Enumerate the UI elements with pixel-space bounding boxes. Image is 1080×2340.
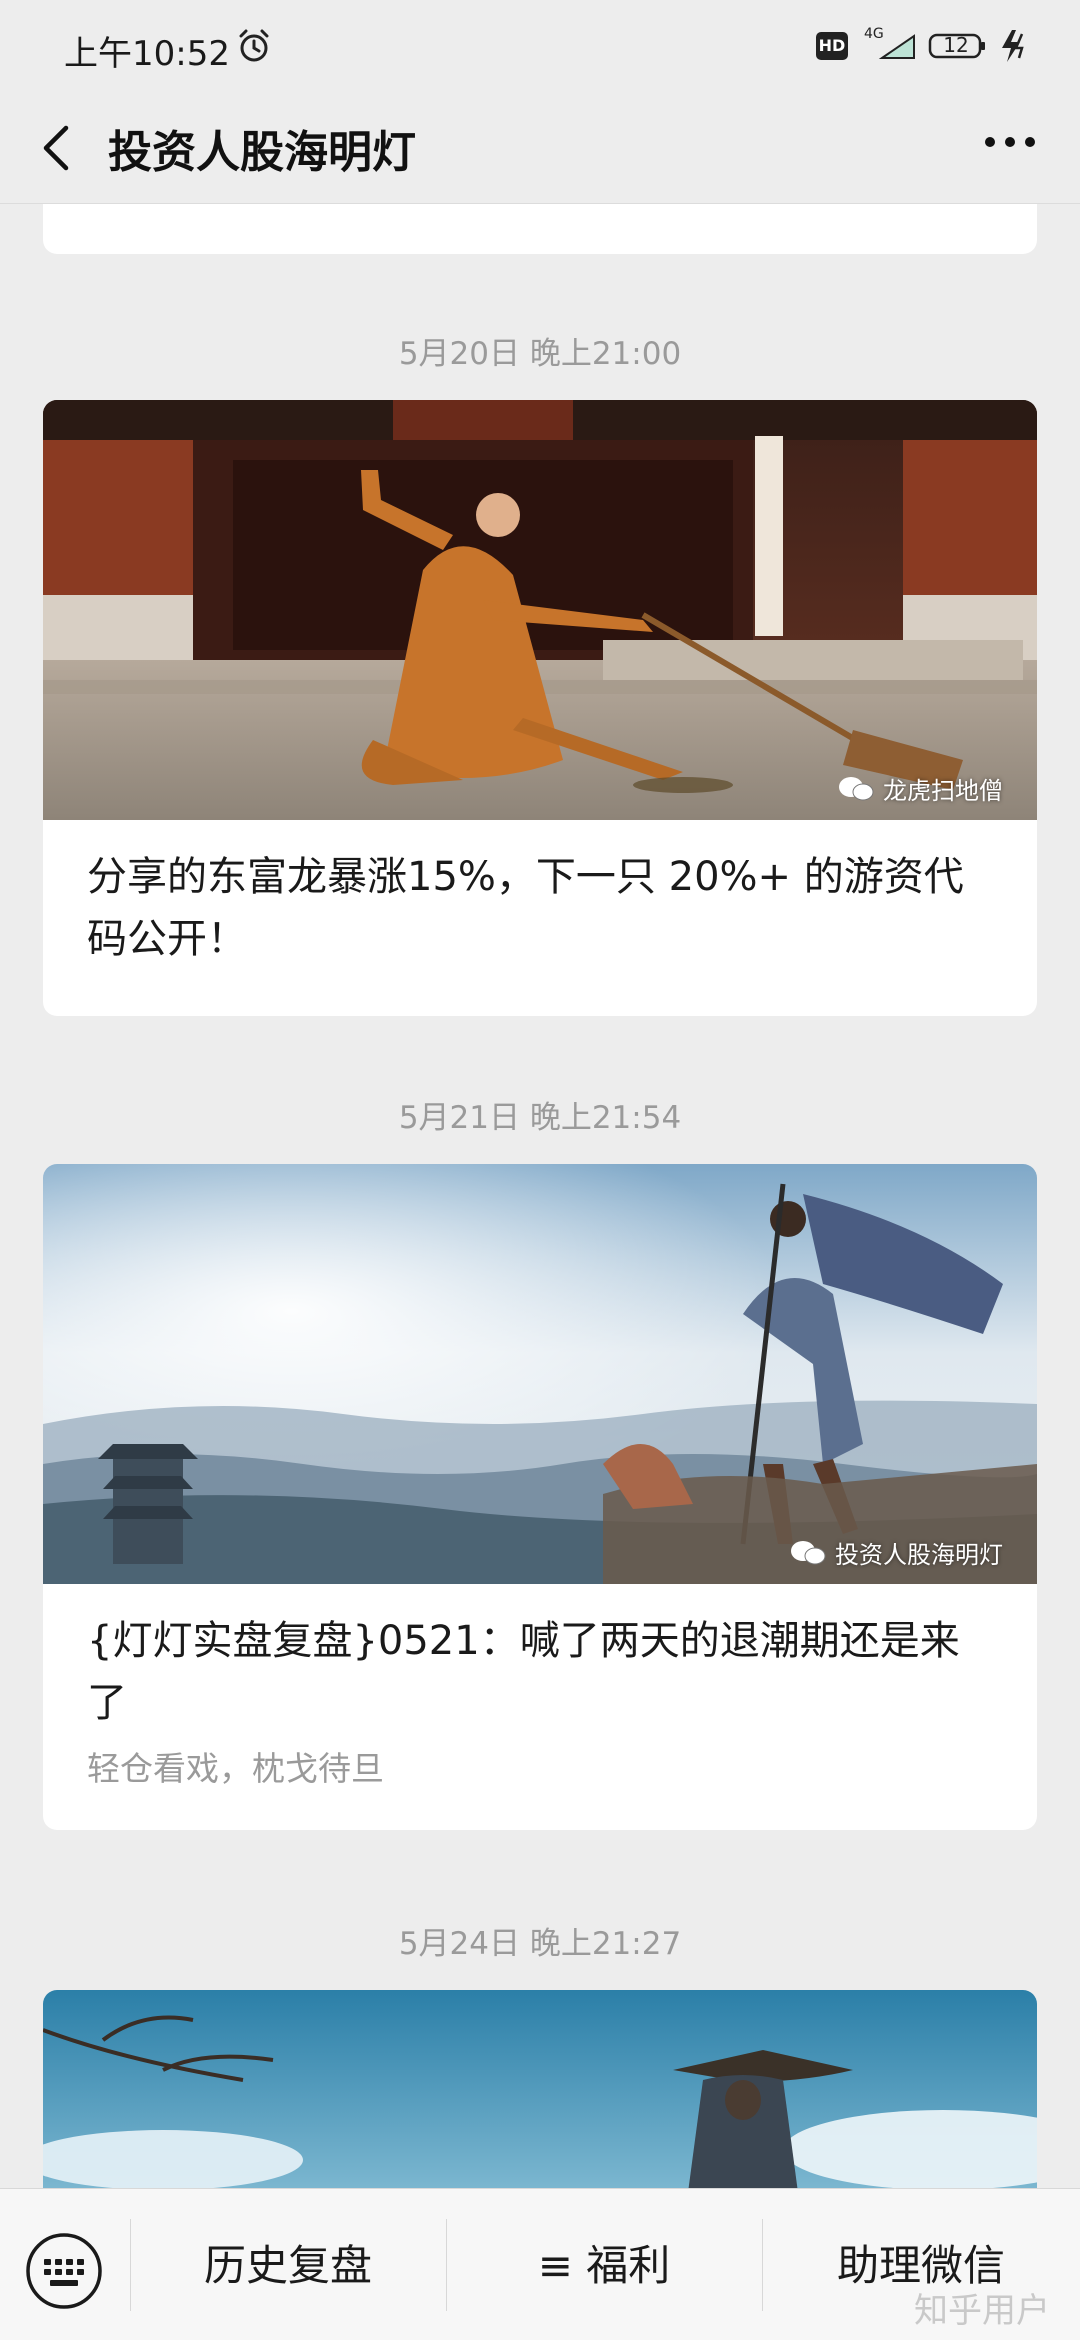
keyboard-icon[interactable]: [22, 2229, 106, 2313]
bottom-menu-bar: 历史复盘 ≡ 福利 助理微信 知乎用户: [0, 2188, 1080, 2340]
signal-icon: [878, 34, 915, 59]
back-arrow-icon[interactable]: [36, 120, 76, 176]
article-cover-image: [43, 1990, 1037, 2188]
nav-bar: 投资人股海明灯: [0, 92, 1080, 204]
image-watermark: 投资人股海明灯: [789, 1535, 1003, 1570]
article-cover-image: 龙虎扫地僧: [43, 400, 1037, 820]
date-label: 5月21日 晚上21:54: [398, 1100, 682, 1136]
article-title: {灯灯实盘复盘}0521：喊了两天的退潮期还是来了: [87, 1618, 960, 1726]
article-card[interactable]: [43, 1990, 1037, 2188]
article-summary: 轻仓看戏，枕戈待旦: [87, 1749, 384, 1788]
menu-history-review[interactable]: 历史复盘: [130, 2231, 446, 2301]
zhihu-watermark: 知乎用户: [914, 2291, 1050, 2331]
status-bar: 上午10:52 HD 4G 12: [0, 0, 1080, 92]
wechat-icon: [839, 776, 874, 800]
more-options-icon[interactable]: [984, 132, 1036, 152]
article-card[interactable]: 投资人股海明灯 {灯灯实盘复盘}0521：喊了两天的退潮期还是来了 轻仓看戏，枕…: [43, 1164, 1037, 1830]
watermark-text: 龙虎扫地僧: [883, 777, 1003, 805]
article-feed: 5月20日 晚上21:00 龙虎扫地僧 分享的东富龙暴涨15%，下一只 20%+…: [0, 204, 1080, 2188]
menu-welfare[interactable]: ≡ 福利: [446, 2231, 762, 2301]
alarm-icon: [239, 29, 269, 62]
image-watermark: 龙虎扫地僧: [837, 771, 1003, 806]
article-card-partial[interactable]: [43, 204, 1037, 254]
date-label: 5月20日 晚上21:00: [398, 336, 682, 372]
article-card[interactable]: 龙虎扫地僧 分享的东富龙暴涨15%，下一只 20%+ 的游资代码公开！: [43, 400, 1037, 1016]
charging-icon: [1002, 30, 1024, 62]
article-title: 分享的东富龙暴涨15%，下一只 20%+ 的游资代码公开！: [87, 854, 964, 962]
status-time: 上午10:52: [64, 34, 230, 74]
article-cover-image: 投资人股海明灯: [43, 1164, 1037, 1584]
wechat-icon: [791, 1540, 826, 1564]
page-title: 投资人股海明灯: [108, 127, 416, 178]
battery-level: 12: [943, 33, 969, 57]
date-label: 5月24日 晚上21:27: [398, 1926, 682, 1962]
watermark-text: 投资人股海明灯: [835, 1541, 1003, 1569]
hd-badge: HD: [816, 32, 848, 60]
